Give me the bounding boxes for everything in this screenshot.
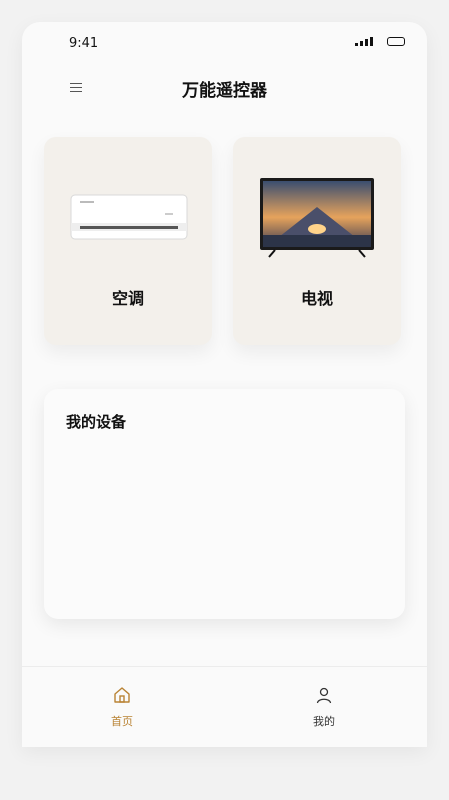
card-label-ac: 空调 (111, 289, 144, 308)
air-conditioner-image (70, 194, 188, 240)
my-devices-title: 我的设备 (66, 413, 127, 431)
app-screen: 9:41 万能遥控器 空调 电视 我的设备 首页 我的 (22, 22, 427, 747)
my-devices-panel: 我的设备 (44, 389, 405, 619)
television-card[interactable]: 电视 (233, 137, 401, 345)
card-label-tv: 电视 (300, 289, 333, 308)
status-icons (355, 36, 405, 46)
status-time: 9:41 (69, 36, 99, 51)
tab-home-label: 首页 (111, 715, 133, 728)
air-conditioner-card[interactable]: 空调 (44, 137, 212, 345)
home-icon (114, 687, 130, 703)
tab-mine-label: 我的 (313, 715, 335, 728)
tab-mine[interactable]: 我的 (294, 685, 354, 729)
user-icon (316, 687, 332, 704)
television-image (260, 178, 374, 258)
page-title: 万能遥控器 (182, 81, 267, 101)
tab-bar: 首页 我的 (22, 666, 427, 747)
signal-icon (355, 36, 373, 46)
battery-icon (387, 36, 405, 46)
tab-home[interactable]: 首页 (92, 685, 152, 729)
